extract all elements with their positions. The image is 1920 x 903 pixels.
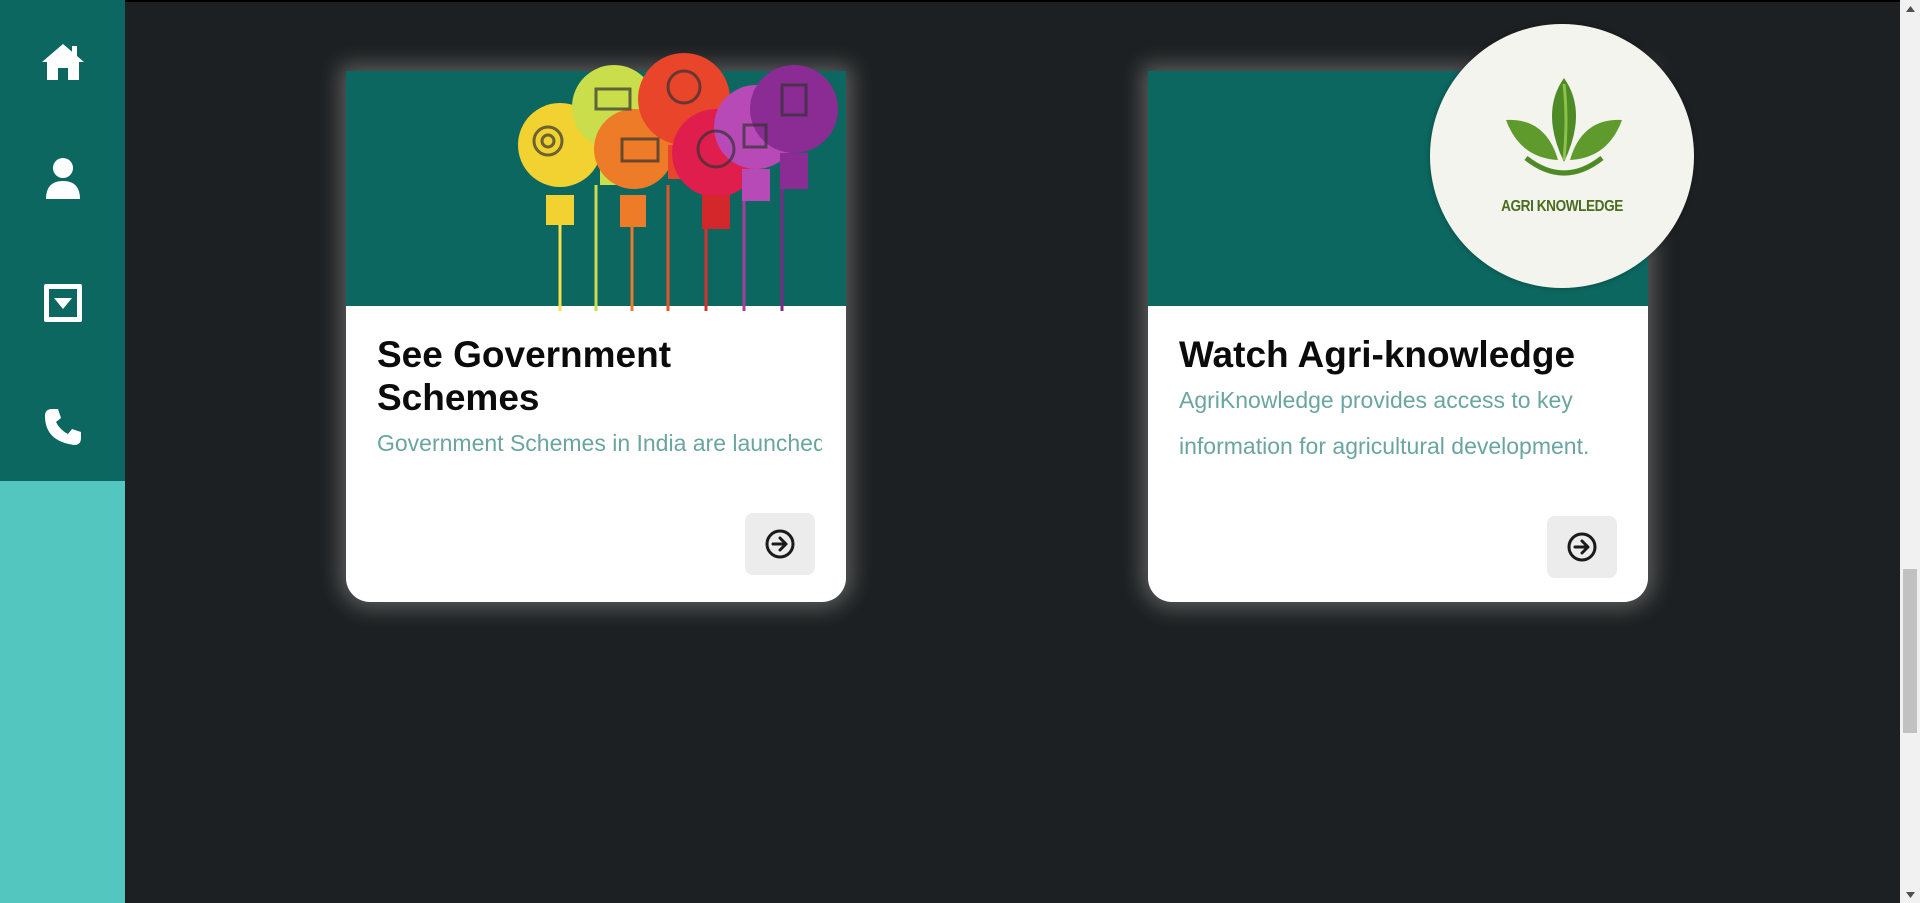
leaf-icon (1506, 78, 1622, 176)
card-description: Government Schemes in India are launched… (377, 430, 822, 456)
scheme-lightbulbs-illustration (518, 53, 838, 311)
sidebar-item-home[interactable] (0, 0, 125, 124)
main-content: See Government Schemes Government Scheme… (125, 0, 1900, 903)
scroll-down-arrow[interactable] (1900, 886, 1920, 903)
caret-down-icon (1905, 891, 1915, 898)
caret-up-icon (1905, 5, 1915, 12)
arrow-circle-right-icon (765, 529, 795, 559)
open-agri-knowledge-button[interactable] (1547, 516, 1617, 578)
dropdown-box-icon (43, 284, 82, 322)
sidebar (0, 0, 125, 903)
card-agri-knowledge: AGRI KNOWLEDGE Watch Agri-knowledge Agri… (1148, 24, 1694, 602)
card-title: See Government Schemes (377, 334, 672, 418)
sidebar-item-expand[interactable] (0, 241, 125, 365)
sidebar-nav (0, 0, 125, 481)
logo-text: AGRI KNOWLEDGE (1501, 198, 1623, 215)
user-icon (45, 158, 80, 199)
sidebar-item-contact[interactable] (0, 365, 125, 489)
scroll-thumb[interactable] (1903, 569, 1917, 733)
card-description: AgriKnowledge provides access to key inf… (1179, 387, 1590, 459)
scroll-up-arrow[interactable] (1900, 0, 1920, 17)
home-icon (41, 44, 84, 80)
open-government-schemes-button[interactable] (745, 513, 815, 575)
card-title: Watch Agri-knowledge (1179, 334, 1576, 375)
sidebar-item-profile[interactable] (0, 117, 125, 241)
card-government-schemes: See Government Schemes Government Scheme… (346, 53, 846, 602)
arrow-circle-right-icon (1567, 532, 1597, 562)
agri-knowledge-logo: AGRI KNOWLEDGE (1430, 24, 1694, 288)
phone-icon (44, 409, 81, 445)
vertical-scrollbar[interactable] (1900, 0, 1920, 903)
